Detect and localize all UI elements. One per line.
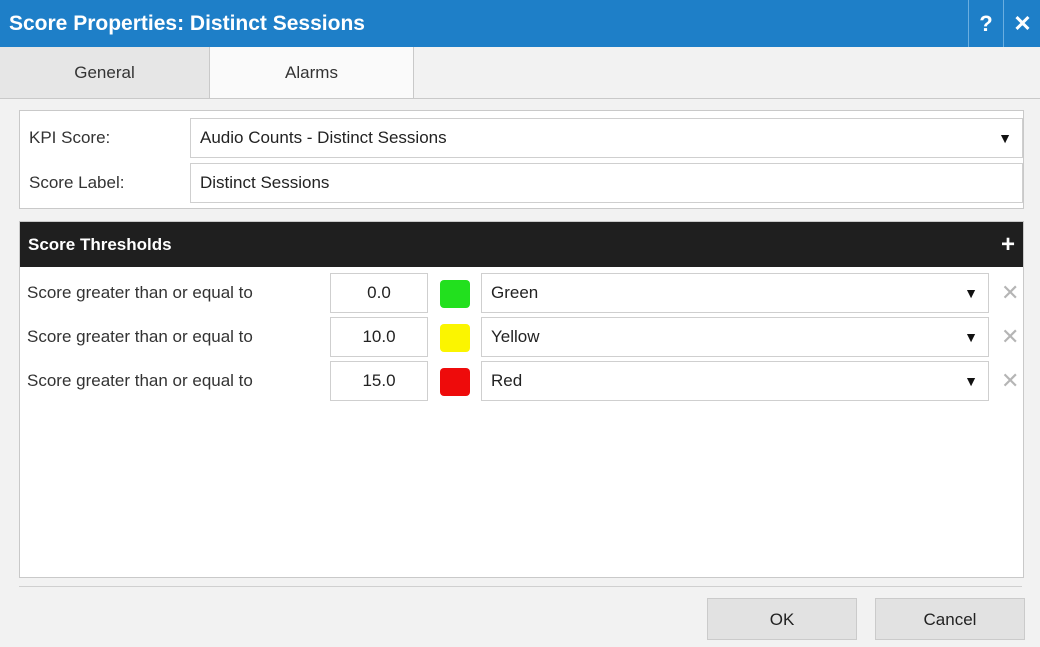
delete-threshold-icon[interactable]: ✕ xyxy=(1001,317,1019,357)
threshold-row: Score greater than or equal to 10.0 Yell… xyxy=(20,317,1023,357)
score-label-value: Distinct Sessions xyxy=(200,173,330,192)
kpi-score-value: Audio Counts - Distinct Sessions xyxy=(200,128,447,147)
tab-bar: General Alarms xyxy=(0,47,1040,99)
score-label-input[interactable]: Distinct Sessions xyxy=(190,163,1023,203)
score-label-label: Score Label: xyxy=(29,173,125,192)
threshold-row: Score greater than or equal to 0.0 Green… xyxy=(20,273,1023,313)
kpi-panel: KPI Score: Audio Counts - Distinct Sessi… xyxy=(19,110,1024,209)
kpi-score-label: KPI Score: xyxy=(29,128,111,147)
chevron-down-icon: ▼ xyxy=(964,373,978,389)
footer-divider xyxy=(19,586,1022,587)
kpi-score-select[interactable]: Audio Counts - Distinct Sessions ▼ xyxy=(190,118,1023,158)
threshold-value-input[interactable]: 15.0 xyxy=(330,361,428,401)
chevron-down-icon: ▼ xyxy=(998,130,1012,146)
cancel-button[interactable]: Cancel xyxy=(875,598,1025,640)
threshold-label: Score greater than or equal to xyxy=(27,371,253,390)
tab-alarms[interactable]: Alarms xyxy=(210,47,414,98)
color-select-value: Red xyxy=(491,371,523,390)
color-select-value: Green xyxy=(491,283,539,302)
color-select[interactable]: Red ▼ xyxy=(481,361,989,401)
color-swatch[interactable] xyxy=(440,368,470,396)
threshold-value-input[interactable]: 0.0 xyxy=(330,273,428,313)
threshold-row: Score greater than or equal to 15.0 Red … xyxy=(20,361,1023,401)
threshold-label: Score greater than or equal to xyxy=(27,327,253,346)
color-select[interactable]: Green ▼ xyxy=(481,273,989,313)
threshold-value-input[interactable]: 10.0 xyxy=(330,317,428,357)
ok-button[interactable]: OK xyxy=(707,598,857,640)
dialog-titlebar: Score Properties: Distinct Sessions ? ✕ xyxy=(0,0,1040,47)
close-icon[interactable]: ✕ xyxy=(1003,0,1040,47)
dialog-title: Score Properties: Distinct Sessions xyxy=(9,12,365,35)
tab-general[interactable]: General xyxy=(0,47,210,98)
thresholds-panel: Score Thresholds + Score greater than or… xyxy=(19,221,1024,578)
delete-threshold-icon[interactable]: ✕ xyxy=(1001,361,1019,401)
chevron-down-icon: ▼ xyxy=(964,329,978,345)
color-swatch[interactable] xyxy=(440,280,470,308)
thresholds-title: Score Thresholds xyxy=(28,235,172,254)
thresholds-header: Score Thresholds + xyxy=(20,222,1023,267)
color-swatch[interactable] xyxy=(440,324,470,352)
threshold-label: Score greater than or equal to xyxy=(27,283,253,302)
help-button[interactable]: ? xyxy=(968,0,1003,47)
chevron-down-icon: ▼ xyxy=(964,285,978,301)
color-select-value: Yellow xyxy=(491,327,540,346)
color-select[interactable]: Yellow ▼ xyxy=(481,317,989,357)
delete-threshold-icon[interactable]: ✕ xyxy=(1001,273,1019,313)
add-threshold-button[interactable]: + xyxy=(1001,222,1015,267)
